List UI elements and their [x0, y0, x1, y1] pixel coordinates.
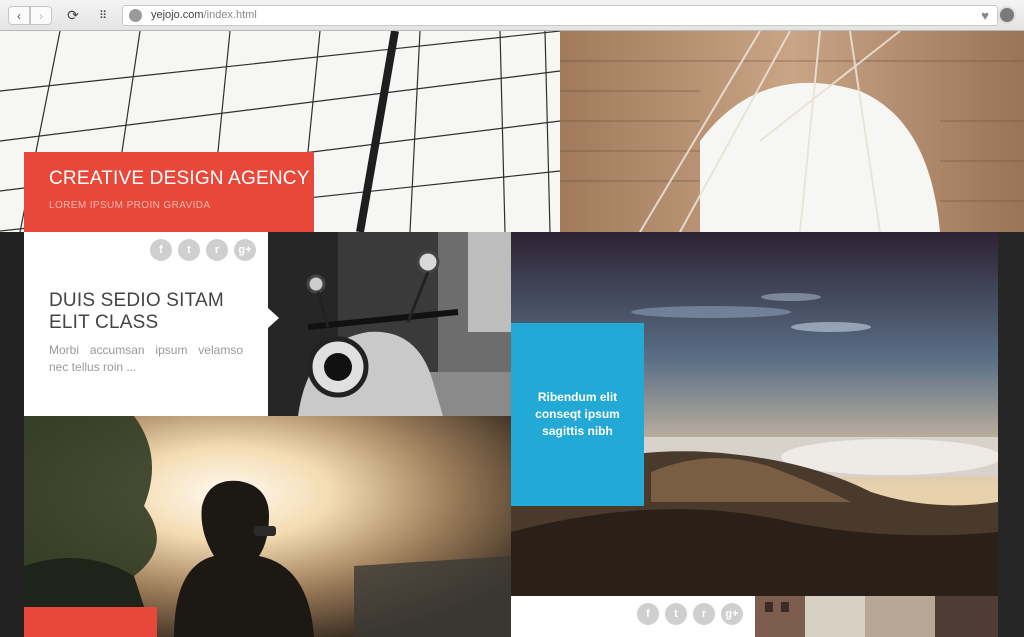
google-plus-icon[interactable]: g+ [721, 603, 743, 625]
scooter-photo[interactable] [268, 232, 511, 416]
globe-icon [129, 9, 142, 22]
back-button[interactable]: ‹ [8, 6, 30, 25]
browser-toolbar: ‹ › ⟳ ⠿ yejojo.com/index.html ♥ [0, 0, 1024, 31]
address-bar[interactable]: yejojo.com/index.html ♥ [122, 5, 998, 26]
twitter-icon[interactable]: t [178, 239, 200, 261]
post-excerpt: Morbi accumsan ipsum velamso nec tellus … [49, 343, 243, 374]
facebook-icon[interactable]: f [150, 239, 172, 261]
hero-title: CREATIVE DESIGN AGENCY [49, 168, 310, 189]
google-plus-icon[interactable]: g+ [234, 239, 256, 261]
profile-icon[interactable] [998, 6, 1016, 24]
hero-title-badge: CREATIVE DESIGN AGENCY LOREM IPSUM PROIN… [24, 152, 314, 232]
blog-post-card-2[interactable]: f t r g+ [511, 596, 755, 637]
card-pointer-arrow [268, 308, 279, 328]
rss-icon[interactable]: r [693, 603, 715, 625]
rss-icon[interactable]: r [206, 239, 228, 261]
apps-button[interactable]: ⠿ [92, 6, 114, 25]
back-icon: ‹ [17, 8, 21, 23]
hero-subtitle: LOREM IPSUM PROIN GRAVIDA [49, 200, 211, 211]
feature-text: Ribendum elit conseqt ipsum sagittis nib… [535, 390, 620, 438]
page-edge [998, 232, 1024, 637]
feature-callout[interactable]: Ribendum elit conseqt ipsum sagittis nib… [511, 323, 644, 506]
blog-post-card[interactable]: f t r g+ DUIS SEDIO SITAM ELIT CLASS Mor… [24, 232, 268, 416]
twitter-icon[interactable]: t [665, 603, 687, 625]
social-share-icons-2: f t r g+ [637, 603, 743, 625]
forward-icon: › [39, 8, 43, 23]
street-photo[interactable] [755, 596, 998, 637]
reload-button[interactable]: ⟳ [62, 6, 84, 25]
hero-banner: CREATIVE DESIGN AGENCY LOREM IPSUM PROIN… [0, 31, 1024, 232]
reload-icon: ⟳ [67, 7, 79, 23]
forward-button[interactable]: › [30, 6, 52, 25]
url-text: yejojo.com/index.html [151, 9, 257, 21]
sunset-portrait-photo[interactable] [24, 416, 511, 637]
bookmark-heart-icon[interactable]: ♥ [981, 8, 989, 23]
social-share-icons: f t r g+ [150, 239, 256, 261]
apps-icon: ⠿ [98, 10, 108, 22]
portfolio-grid: f t r g+ DUIS SEDIO SITAM ELIT CLASS Mor… [0, 232, 1024, 637]
red-caption-tab[interactable] [24, 607, 157, 637]
facebook-icon[interactable]: f [637, 603, 659, 625]
post-title[interactable]: DUIS SEDIO SITAM ELIT CLASS [49, 290, 249, 334]
